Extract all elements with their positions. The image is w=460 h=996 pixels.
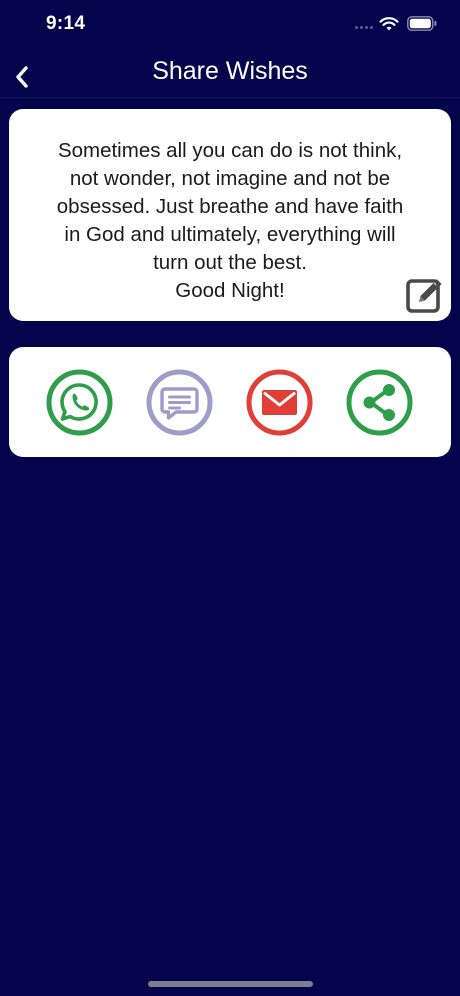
- message-text: Sometimes all you can do is not think, n…: [56, 139, 404, 302]
- message-share-button[interactable]: [146, 369, 213, 436]
- whatsapp-icon: [46, 369, 113, 436]
- page-title: Share Wishes: [152, 57, 308, 85]
- share-options-card: [9, 347, 451, 457]
- home-indicator[interactable]: [148, 981, 313, 987]
- edit-button[interactable]: [405, 276, 443, 314]
- share-button[interactable]: [346, 369, 413, 436]
- navigation-bar: Share Wishes: [0, 50, 460, 98]
- message-icon: [146, 369, 213, 436]
- status-bar: 9:14: [0, 0, 460, 50]
- wifi-icon: [379, 16, 399, 32]
- edit-icon: [406, 279, 442, 313]
- whatsapp-share-button[interactable]: [46, 369, 113, 436]
- share-icon: [346, 369, 413, 436]
- status-time: 9:14: [46, 13, 86, 34]
- email-share-button[interactable]: [246, 369, 313, 436]
- email-icon: [246, 369, 313, 436]
- message-card: Sometimes all you can do is not think, n…: [9, 109, 451, 321]
- battery-icon: [407, 16, 437, 31]
- signal-dots-icon: [355, 26, 373, 32]
